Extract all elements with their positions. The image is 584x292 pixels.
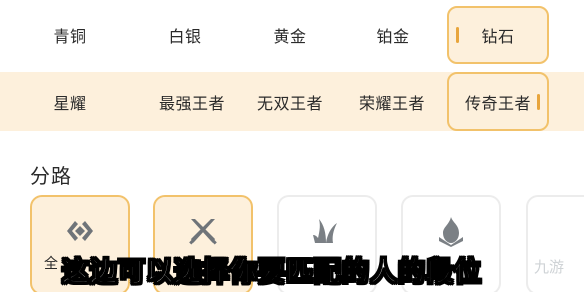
rank-label: 白银 [168, 27, 202, 46]
rank-option-bronze[interactable]: 青铜 [20, 6, 120, 64]
rank-option-silver[interactable]: 白银 [135, 6, 235, 64]
rank-label: 无双王者 [256, 93, 323, 113]
shield-flame-icon [439, 217, 463, 247]
rank-option-platinum[interactable]: 铂金 [343, 6, 443, 64]
rank-option-legend-king[interactable]: 传奇王者 [447, 72, 549, 131]
rank-option-starlight[interactable]: 星耀 [10, 72, 130, 131]
crossed-swords-icon [189, 219, 217, 245]
rank-label: 星耀 [53, 93, 87, 113]
lane-option-more[interactable] [526, 195, 584, 292]
rank-label: 钻石 [481, 27, 515, 46]
lane-section-title: 分路 [30, 164, 72, 188]
rank-option-glory-king[interactable]: 荣耀王者 [340, 72, 444, 131]
video-subtitle: 这边可以选择你要匹配的人的段位 [62, 257, 482, 289]
rank-label: 传奇王者 [464, 93, 531, 113]
rank-option-diamond[interactable]: 钻石 [447, 6, 549, 64]
rank-row-1: 青铜 白银 黄金 铂金 钻石 [0, 6, 584, 64]
rank-row-2: 星耀 最强王者 无双王者 荣耀王者 传奇王者 [0, 72, 584, 131]
rank-label: 荣耀王者 [358, 93, 425, 113]
grass-icon [313, 219, 337, 243]
rank-option-gold[interactable]: 黄金 [240, 6, 340, 64]
selected-indicator [456, 27, 459, 43]
selected-indicator [537, 93, 540, 110]
lane-label: 全 [44, 256, 58, 272]
rank-option-peerless-king[interactable]: 无双王者 [240, 72, 340, 131]
all-lanes-icon [67, 221, 93, 241]
rank-label: 青铜 [53, 27, 87, 46]
rank-option-strongest-king[interactable]: 最强王者 [138, 72, 246, 131]
rank-label: 黄金 [273, 27, 307, 46]
watermark: 九游 [534, 258, 565, 276]
rank-filter-screen: 青铜 白银 黄金 铂金 钻石 星耀 最强王者 无双王者 荣耀王者 传奇王者 分路… [0, 0, 584, 292]
rank-label: 最强王者 [158, 93, 225, 113]
rank-label: 铂金 [376, 27, 410, 46]
